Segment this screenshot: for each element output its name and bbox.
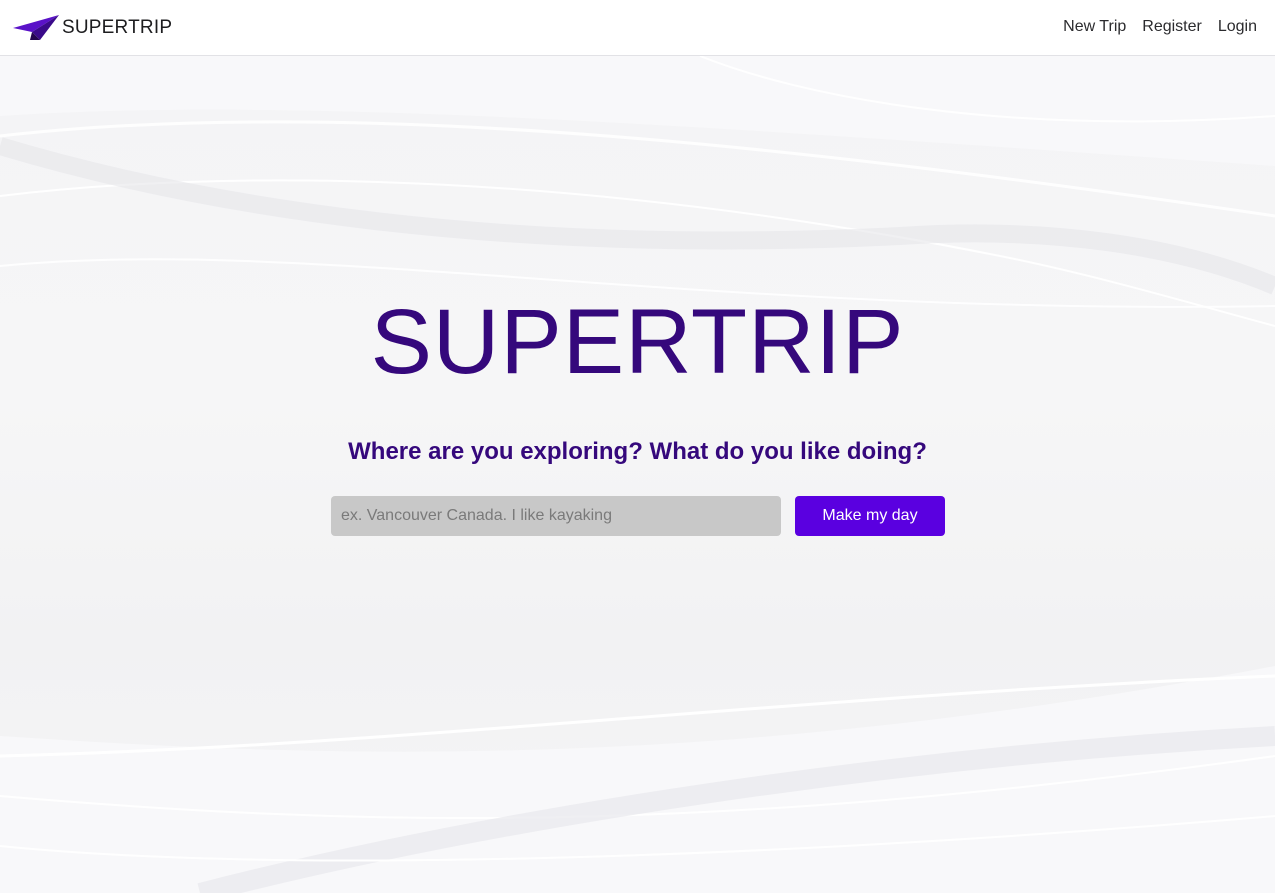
- hero-section: SUPERTRIP Where are you exploring? What …: [0, 56, 1275, 893]
- hero-title: SUPERTRIP: [370, 291, 905, 393]
- nav-link-register[interactable]: Register: [1142, 18, 1202, 36]
- make-my-day-button[interactable]: Make my day: [795, 496, 945, 536]
- top-navbar: SUPERTRIP New Trip Register Login: [0, 0, 1275, 56]
- brand-logo[interactable]: SUPERTRIP: [12, 13, 172, 43]
- destination-search-input[interactable]: [331, 496, 781, 536]
- nav-link-login[interactable]: Login: [1218, 18, 1257, 36]
- nav-link-new-trip[interactable]: New Trip: [1063, 18, 1126, 36]
- nav-links: New Trip Register Login: [1063, 18, 1257, 36]
- wave-background: [0, 56, 1275, 893]
- paper-plane-icon: [13, 15, 59, 40]
- brand-name: SUPERTRIP: [62, 17, 173, 38]
- hero-subtitle: Where are you exploring? What do you lik…: [348, 438, 927, 465]
